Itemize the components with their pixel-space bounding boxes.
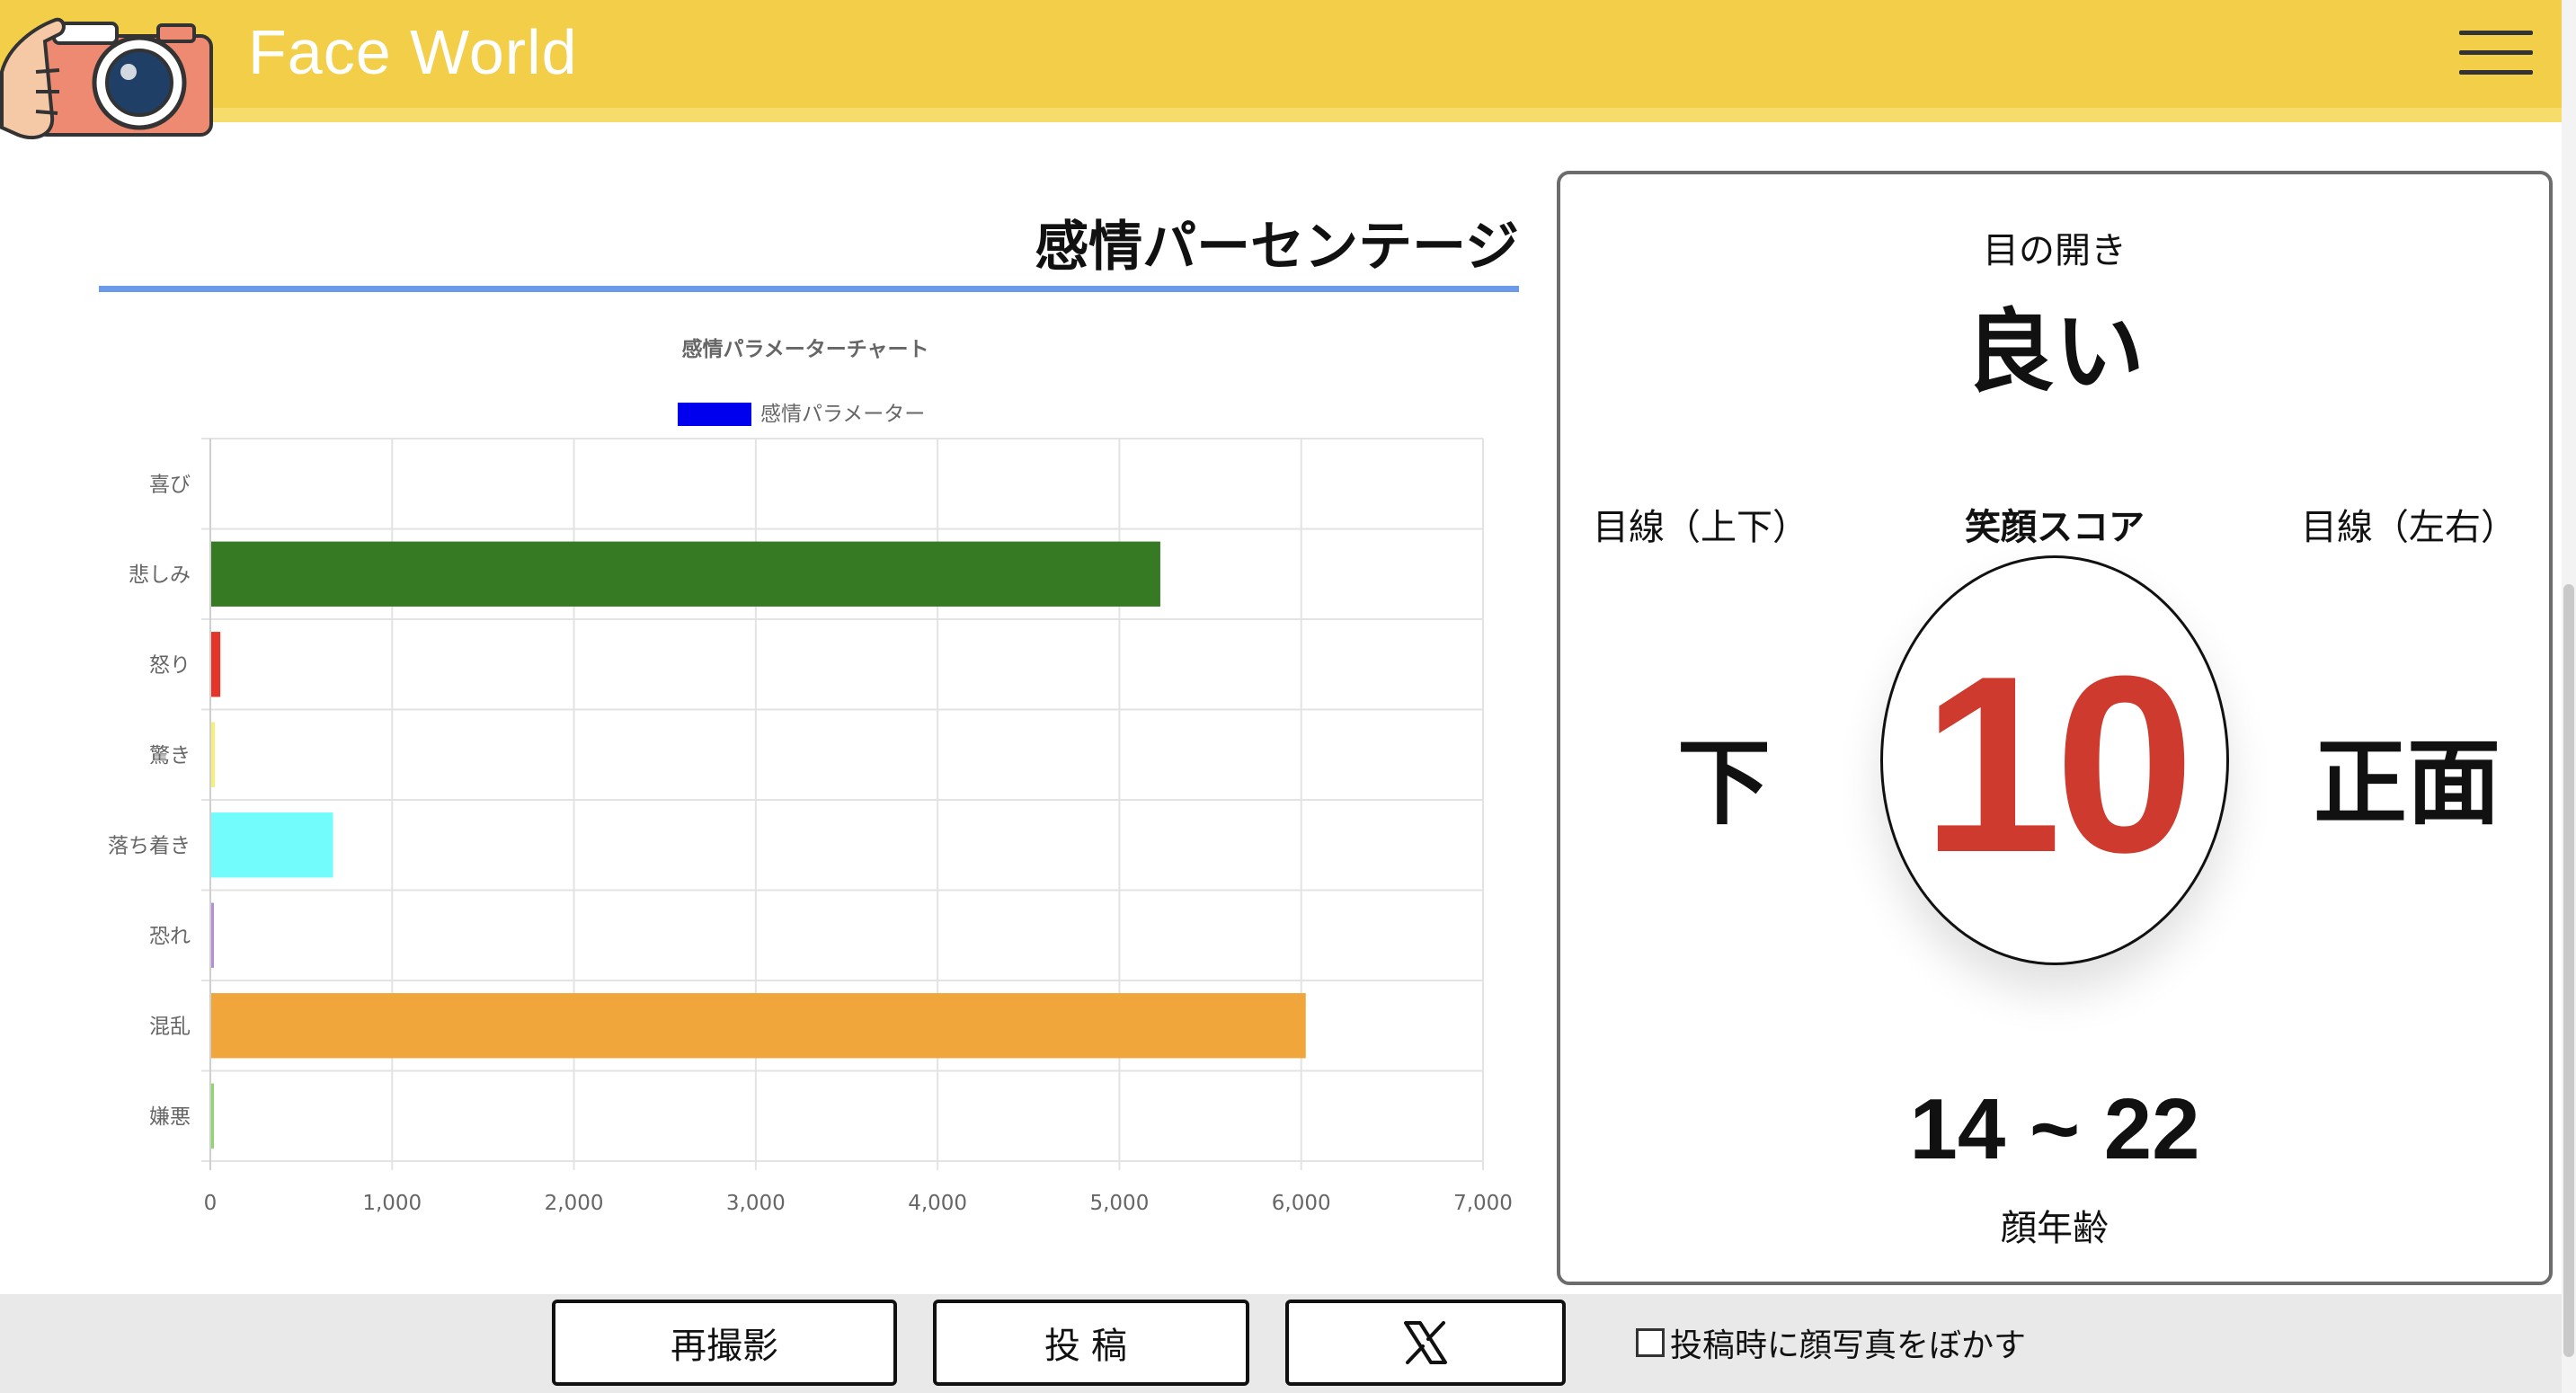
scrollbar-thumb[interactable] <box>2563 584 2574 1357</box>
eye-open-label: 目の開き <box>1983 230 2127 271</box>
face-analysis-panel: 目の開き 良い 目線（上下） 笑顔スコア 目線（左右） 下 10 正面 14 ~… <box>1557 171 2553 1285</box>
menu-bar-middle <box>2459 50 2533 55</box>
x-tick-label: 7,000 <box>1453 1192 1513 1215</box>
header-shadow <box>0 108 2562 122</box>
x-logo-icon <box>1404 1321 1447 1364</box>
blur-photo-checkbox[interactable] <box>1636 1328 1665 1357</box>
gaze-vertical-value: 下 <box>1677 728 1772 838</box>
bar-5 <box>211 902 214 968</box>
gaze-horizontal-value: 正面 <box>2313 728 2500 838</box>
emotion-bar-chart: 感情パラメーターチャート 感情パラメーター 喜び悲しみ怒り驚き落ち着き恐れ混乱嫌… <box>108 337 1513 1215</box>
x-tick-label: 1,000 <box>362 1192 422 1215</box>
chart-title: 感情パラメーターチャート <box>681 337 928 361</box>
blur-photo-label: 投稿時に顔写真をぼかす <box>1670 1327 2027 1364</box>
x-tick-label: 5,000 <box>1089 1192 1149 1215</box>
y-category-label: 落ち着き <box>108 834 191 857</box>
y-category-label: 恐れ <box>149 925 191 948</box>
y-category-label: 喜び <box>149 473 191 496</box>
y-category-label: 怒り <box>149 653 191 677</box>
bar-7 <box>211 1083 215 1149</box>
bar-1 <box>211 541 1160 607</box>
menu-bar-top <box>2459 31 2533 35</box>
app-title: Face World <box>248 17 578 87</box>
face-age-label: 顔年齢 <box>2001 1208 2109 1249</box>
retake-button[interactable]: 再撮影 <box>552 1300 897 1386</box>
face-age-value: 14 ~ 22 <box>1909 1081 2200 1177</box>
bar-3 <box>211 722 216 787</box>
legend-swatch <box>678 403 751 426</box>
post-button[interactable]: 投稿 <box>933 1300 1249 1386</box>
y-category-label: 驚き <box>149 744 191 767</box>
bar-6 <box>211 993 1306 1059</box>
chart-x-labels: 0 1,000 2,000 3,000 4,000 5,000 6,000 7,000 <box>204 1192 1513 1215</box>
x-tick-label: 0 <box>204 1192 218 1215</box>
blur-photo-option[interactable]: 投稿時に顔写真をぼかす <box>1636 1319 2026 1366</box>
bar-2 <box>211 632 221 697</box>
x-tick-label: 6,000 <box>1272 1192 1331 1215</box>
chart-bars <box>211 541 1306 1149</box>
section-divider <box>99 286 1519 292</box>
chart-y-labels: 喜び悲しみ怒り驚き落ち着き恐れ混乱嫌悪 <box>108 473 191 1129</box>
menu-bar-bottom <box>2459 70 2533 75</box>
y-category-label: 悲しみ <box>129 563 191 587</box>
smile-score-circle: 10 <box>1880 555 2229 965</box>
y-category-label: 嫌悪 <box>149 1105 191 1129</box>
camera-icon[interactable] <box>0 9 216 144</box>
eye-open-value: 良い <box>1965 299 2145 404</box>
x-tick-label: 4,000 <box>908 1192 967 1215</box>
x-share-button[interactable] <box>1285 1300 1566 1386</box>
gaze-horizontal-label: 目線（左右） <box>2301 507 2517 548</box>
footer-bar <box>0 1294 2562 1393</box>
bar-4 <box>211 812 333 878</box>
section-title: 感情パーセンテージ <box>1035 216 1519 279</box>
x-tick-label: 3,000 <box>726 1192 786 1215</box>
x-tick-label: 2,000 <box>545 1192 604 1215</box>
smile-score-value: 10 <box>1922 625 2194 905</box>
hamburger-menu-icon[interactable] <box>2459 31 2533 75</box>
legend-label: 感情パラメーター <box>760 403 925 426</box>
y-category-label: 混乱 <box>149 1015 191 1038</box>
